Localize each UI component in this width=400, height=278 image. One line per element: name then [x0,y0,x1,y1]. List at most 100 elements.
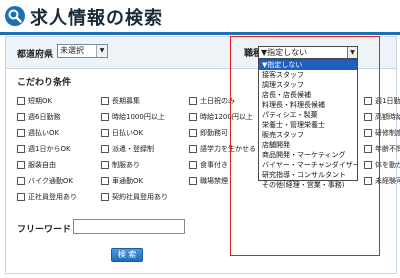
job-type-option[interactable]: 料理長・料理長候補 [259,100,357,110]
job-type-option[interactable]: 商品開発・マーケティング [259,150,357,160]
checkbox-box[interactable] [101,145,109,153]
condition-checkbox-label: 即勤務可 [200,129,228,137]
condition-checkbox-1200yen[interactable]: 時給1200円以上 [189,112,253,122]
condition-checkbox-label: 体を動かす [375,161,400,169]
checkbox-box[interactable] [17,145,25,153]
condition-checkbox-label: 正社員登用あり [28,193,77,201]
checkbox-box[interactable] [17,161,25,169]
job-type-option[interactable]: 販売スタッフ [259,130,357,140]
job-type-option[interactable]: 店長・店長候補 [259,90,357,100]
job-type-option[interactable]: 店舗開発 [259,140,357,150]
condition-checkbox-label: 語学力を生かせる [200,145,256,153]
condition-checkbox-label: 年齢不問 [375,145,400,153]
condition-checkbox-long-term[interactable]: 長期募集 [101,96,140,106]
checkbox-box[interactable] [101,129,109,137]
condition-checkbox-label: 食事付き [200,161,228,169]
condition-checkbox-contract[interactable]: 契約社員登用あり [101,192,168,202]
condition-checkbox-training[interactable]: 研修制度あり [364,128,400,138]
checkbox-box[interactable] [189,177,197,185]
condition-checkbox-label: 週1日からOK [28,145,71,153]
condition-checkbox-label: 研修制度あり [375,129,400,137]
job-type-options: ▼指定しない 接客スタッフ 調理スタッフ 店長・店長候補 料理長・料理長候補 パ… [258,59,358,189]
job-type-select[interactable]: ▼指定しない ▼ [258,46,358,59]
conditions-label: こだわり条件 [17,78,72,88]
title-divider [0,32,400,35]
condition-checkbox-label: 未経験可 [375,177,400,185]
job-type-option[interactable]: バイヤー・マーチャンダイザー [259,160,357,170]
condition-checkbox-weekly-pay[interactable]: 週払いOK [17,128,59,138]
condition-checkbox-meals[interactable]: 食事付き [189,160,228,170]
checkbox-box[interactable] [17,113,25,121]
checkbox-box[interactable] [101,113,109,121]
condition-checkbox-weekend[interactable]: 土日祝のみ [189,96,235,106]
checkbox-box[interactable] [17,177,25,185]
checkbox-box[interactable] [364,177,372,185]
condition-checkbox-1day-week[interactable]: 週1日勤務 [364,96,400,106]
condition-checkbox-any-age[interactable]: 年齢不問 [364,144,400,154]
checkbox-box[interactable] [189,129,197,137]
condition-checkbox-uniform[interactable]: 制服あり [101,160,140,170]
condition-checkbox-physical[interactable]: 体を動かす [364,160,400,170]
free-word-input[interactable] [73,219,185,234]
checkbox-box[interactable] [364,145,372,153]
condition-checkbox-free-dress[interactable]: 服装自由 [17,160,56,170]
condition-checkbox-immediate[interactable]: 即勤務可 [189,128,228,138]
checkbox-box[interactable] [17,129,25,137]
checkbox-box[interactable] [189,113,197,121]
condition-checkbox-label: 高額時給 [375,113,400,121]
condition-checkbox-short-term[interactable]: 短期OK [17,96,52,106]
checkbox-box[interactable] [364,97,372,105]
job-type-option[interactable]: 調理スタッフ [259,80,357,90]
condition-checkbox-label: 週6日勤務 [28,113,61,121]
checkbox-box[interactable] [101,193,109,201]
job-type-select-value: ▼指定しない [261,48,308,57]
job-type-option[interactable]: その他(経理・営業・事務) [259,180,357,190]
job-type-option[interactable]: 研究指導・コンサルタント [259,170,357,180]
prefecture-select-value: 未選択 [60,46,84,55]
condition-checkbox-daily-pay[interactable]: 日払いOK [101,128,143,138]
condition-checkbox-high-wage[interactable]: 高額時給 [364,112,400,122]
condition-checkbox-dispatch[interactable]: 派遣・登録制 [101,144,154,154]
condition-checkbox-language[interactable]: 語学力を生かせる [189,144,256,154]
search-button[interactable]: 検 索 [111,248,143,262]
checkbox-box[interactable] [189,97,197,105]
condition-checkbox-label: バイク通勤OK [28,177,73,185]
condition-checkbox-label: 日払いOK [112,129,144,137]
checkbox-box[interactable] [364,161,372,169]
condition-checkbox-label: 週払いOK [28,129,60,137]
page-header: 求人情報の検索 [0,0,400,32]
condition-checkbox-label: 契約社員登用あり [112,193,168,201]
job-type-option[interactable]: 栄養士・管理栄養士 [259,120,357,130]
checkbox-box[interactable] [101,161,109,169]
prefecture-select[interactable]: 未選択 ▼ [57,44,108,58]
condition-checkbox-car[interactable]: 車通勤OK [101,176,143,186]
condition-checkbox-bike[interactable]: バイク通勤OK [17,176,73,186]
checkbox-box[interactable] [101,97,109,105]
prefecture-label: 都道府県 [17,50,54,60]
job-type-option[interactable]: 接客スタッフ [259,70,357,80]
condition-checkbox-inexperienced[interactable]: 未経験可 [364,176,400,186]
condition-checkbox-label: 車通勤OK [112,177,144,185]
condition-checkbox-1000yen[interactable]: 時給1000円以上 [101,112,165,122]
condition-checkbox-no-smoking[interactable]: 職場禁煙 [189,176,228,186]
checkbox-box[interactable] [364,129,372,137]
checkbox-box[interactable] [17,97,25,105]
job-type-option[interactable]: ▼指定しない [259,60,357,70]
chevron-down-icon: ▼ [96,45,107,57]
checkbox-box[interactable] [189,161,197,169]
checkbox-box[interactable] [101,177,109,185]
checkbox-box[interactable] [17,193,25,201]
condition-checkbox-6days[interactable]: 週6日勤務 [17,112,60,122]
condition-checkbox-fulltime[interactable]: 正社員登用あり [17,192,77,202]
condition-checkbox-label: 土日祝のみ [200,97,235,105]
condition-checkbox-label: 制服あり [112,161,140,169]
condition-checkbox-label: 時給1000円以上 [112,113,165,121]
condition-checkbox-label: 短期OK [28,97,53,105]
job-type-option[interactable]: パティシエ・製菓 [259,110,357,120]
checkbox-box[interactable] [189,145,197,153]
condition-checkbox-1day[interactable]: 週1日からOK [17,144,71,154]
condition-checkbox-label: 週1日勤務 [375,97,400,105]
condition-checkbox-label: 職場禁煙 [200,177,228,185]
checkbox-box[interactable] [364,113,372,121]
page-title: 求人情報の検索 [30,8,163,29]
